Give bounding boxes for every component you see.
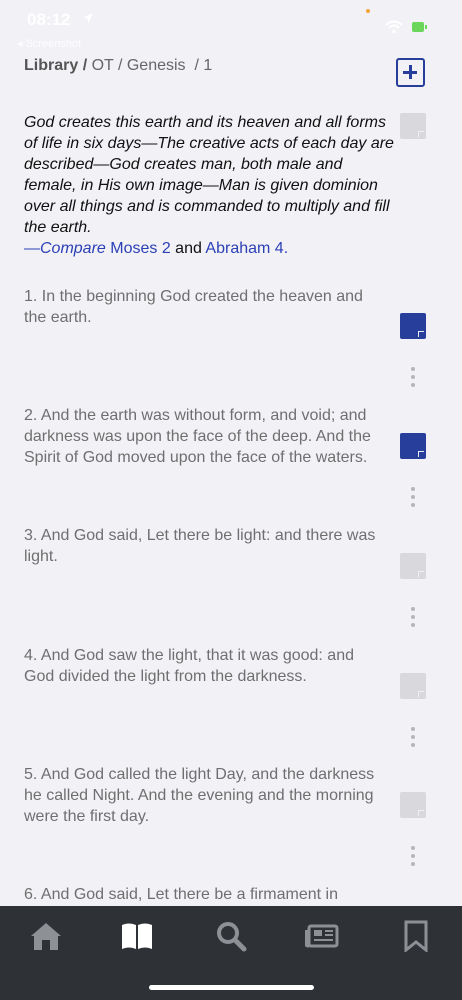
verse-1[interactable]: 1. In the beginning God created the heav… (24, 286, 386, 328)
privacy-indicator (366, 9, 370, 13)
note-icon[interactable] (400, 792, 426, 818)
note-filled-icon[interactable] (400, 433, 426, 459)
news-icon[interactable] (305, 920, 339, 952)
verse-4[interactable]: 4. And God saw the light, that it was go… (24, 645, 386, 687)
more-options-icon[interactable] (411, 487, 415, 507)
note-filled-icon[interactable] (400, 313, 426, 339)
location-arrow-icon (83, 13, 93, 23)
battery-tip (425, 25, 427, 29)
summary-text: God creates this earth and its heaven an… (24, 114, 394, 236)
more-options-icon[interactable] (411, 727, 415, 747)
summary-and: and (170, 240, 206, 257)
verse-6[interactable]: 6. And God said, Let there be a firmamen… (24, 884, 386, 905)
wifi-icon (385, 20, 403, 34)
note-icon[interactable] (400, 113, 426, 139)
breadcrumb-library[interactable]: Library (24, 57, 78, 74)
status-time: 08:12 (27, 10, 71, 29)
verse-3[interactable]: 3. And God said, Let there be light: and… (24, 525, 386, 567)
note-icon[interactable] (400, 673, 426, 699)
verse-2[interactable]: 2. And the earth was without form, and v… (24, 405, 386, 468)
home-indicator[interactable] (149, 985, 314, 990)
verse-5[interactable]: 5. And God called the light Day, and the… (24, 764, 386, 827)
more-options-icon[interactable] (411, 367, 415, 387)
breadcrumb-path[interactable]: OT / Genesis (92, 57, 186, 74)
home-icon[interactable] (29, 920, 63, 952)
add-button[interactable] (396, 58, 425, 87)
breadcrumb-chapter: / 1 (194, 57, 213, 74)
more-options-icon[interactable] (411, 846, 415, 866)
link-abraham-4[interactable]: Abraham 4. (205, 240, 288, 257)
battery-icon (412, 22, 424, 32)
chapter-summary: God creates this earth and its heaven an… (24, 112, 394, 259)
bookmark-icon[interactable] (399, 920, 433, 952)
search-icon[interactable] (214, 920, 248, 952)
link-moses-2[interactable]: Moses 2 (110, 240, 170, 257)
breadcrumb: Library / OT / Genesis / 1 (24, 57, 212, 75)
breadcrumb-separator: / (78, 57, 92, 74)
note-icon[interactable] (400, 553, 426, 579)
more-options-icon[interactable] (411, 607, 415, 627)
compare-prefix: —Compare (24, 240, 111, 257)
book-icon[interactable] (120, 920, 154, 952)
status-bar: 08:12 ◂ Screenshot (0, 0, 462, 50)
back-to-app-link[interactable]: ◂ Screenshot (17, 37, 81, 50)
